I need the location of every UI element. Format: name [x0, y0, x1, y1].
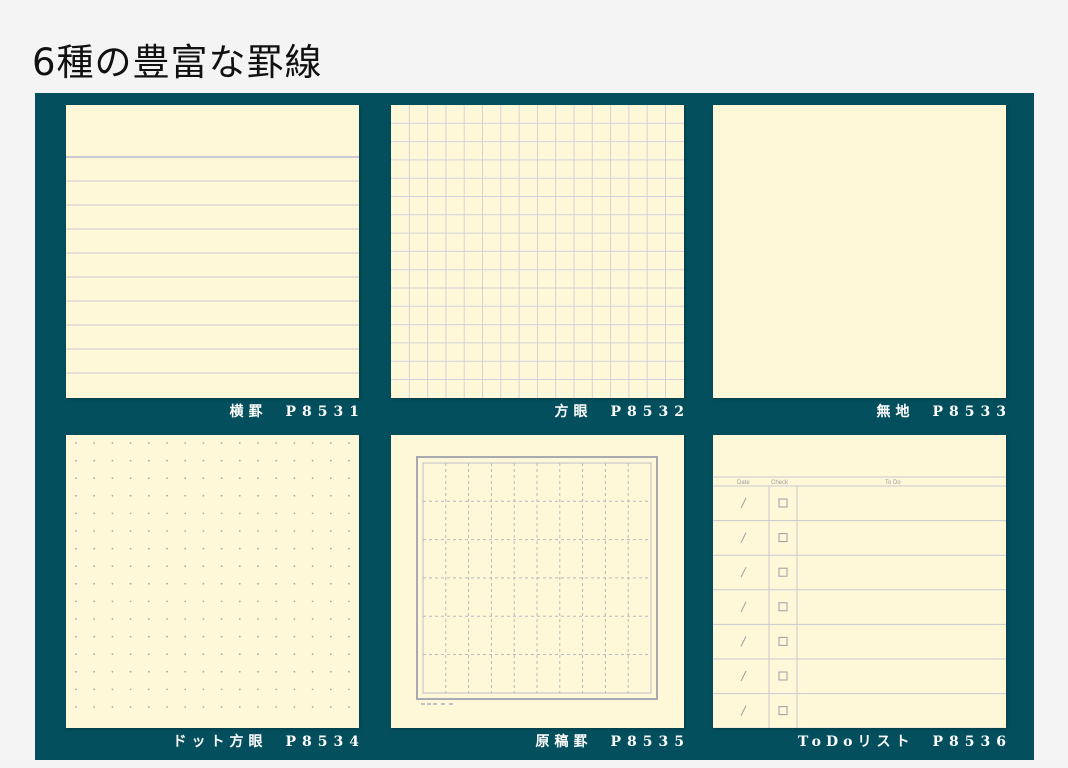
product-code: P8535 [610, 734, 690, 750]
product-name: 原稿罫 [535, 734, 593, 750]
product-code: P8534 [285, 734, 365, 750]
ruled-notepad-caption: 横罫 P8531 [66, 403, 360, 421]
todo-list-notepad-card[interactable]: Date Check To Do [713, 435, 1006, 728]
product-name: 方眼 [554, 404, 593, 420]
product-code: P8532 [610, 404, 690, 420]
product-board: 横罫 P8531 方眼 P8532 無地 P8533 ドット方眼 P8534 原… [35, 93, 1034, 760]
grid-notepad-card[interactable] [391, 105, 684, 398]
product-name: 無地 [876, 404, 915, 420]
ruled-notepad-card[interactable] [66, 105, 359, 398]
todo-check-header: Check [771, 480, 789, 486]
todo-list-pattern: Date Check To Do [713, 476, 1006, 728]
plain-notepad-caption: 無地 P8533 [713, 403, 1007, 421]
grid-notepad-caption: 方眼 P8532 [391, 403, 685, 421]
todo-date-header: Date [737, 480, 750, 486]
product-code: P8531 [285, 404, 365, 420]
grid-pattern [391, 105, 684, 398]
dot-grid-pattern [75, 442, 350, 708]
plain-notepad-card[interactable] [713, 105, 1006, 398]
ruled-pattern [66, 156, 359, 374]
todo-list-notepad-caption: ToDoリスト P8536 [713, 733, 1006, 751]
product-name: ドット方眼 [172, 734, 268, 750]
manuscript-pattern [416, 456, 658, 705]
dot-grid-notepad-caption: ドット方眼 P8534 [66, 733, 360, 751]
product-name: 横罫 [229, 404, 268, 420]
dot-grid-notepad-card[interactable] [66, 435, 359, 728]
product-code: P8533 [932, 404, 1012, 420]
manuscript-notepad-card[interactable] [391, 435, 684, 728]
manuscript-notepad-caption: 原稿罫 P8535 [391, 733, 685, 751]
product-name: ToDoリスト [797, 734, 915, 750]
product-code: P8536 [932, 734, 1012, 750]
todo-todo-header: To Do [885, 480, 901, 486]
section-heading: 6種の豊富な罫線 [32, 41, 323, 84]
